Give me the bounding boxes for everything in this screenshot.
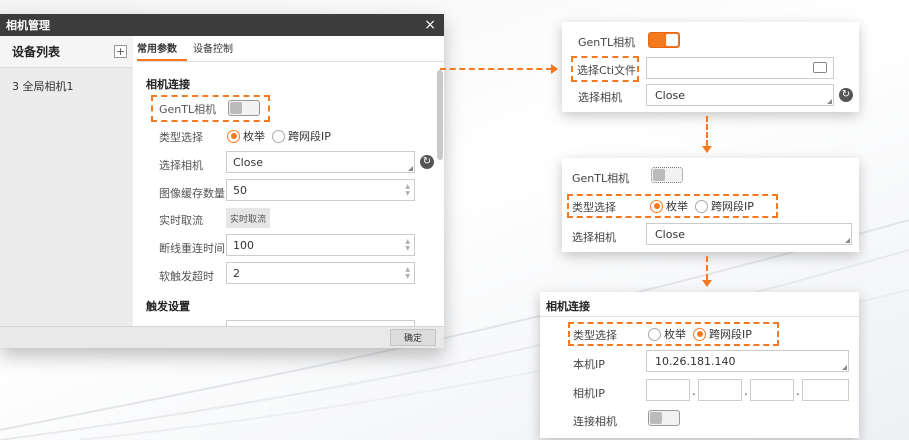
radio-enum-label: 枚举 <box>243 130 265 143</box>
spinner-icon[interactable]: ▲ ▼ <box>405 266 410 280</box>
p3-radio-cross-subnet[interactable] <box>693 327 706 341</box>
section-trigger-settings: 触发设置 <box>146 300 190 313</box>
p2-type-label: 类型选择 <box>572 201 616 214</box>
spinner-icon[interactable]: ▲ ▼ <box>405 183 410 197</box>
device-list-panel: 设备列表 + 3 全局相机1 <box>0 36 133 326</box>
p3-camera-ip-label: 相机IP <box>573 387 605 400</box>
tab-bar: 常用参数 设备控制 <box>137 36 444 62</box>
ip-dot-separator: . <box>796 384 800 398</box>
panel-cross-subnet: 相机连接 类型选择 枚举 跨网段IP 本机IP 10.26.181.140 相机… <box>540 292 859 438</box>
type-select-label: 类型选择 <box>159 131 203 144</box>
gentl-label: GenTL相机 <box>159 103 217 116</box>
dialog-titlebar: 相机管理 × <box>0 14 444 36</box>
soft-trigger-timeout-value: 2 <box>233 266 240 280</box>
p3-local-ip-label: 本机IP <box>573 358 605 371</box>
arrow-right-icon <box>551 64 558 74</box>
device-list-header: 设备列表 + <box>0 36 133 68</box>
folder-icon[interactable] <box>813 62 827 73</box>
p2-camera-label: 选择相机 <box>572 231 616 244</box>
select-camera-field[interactable]: Close <box>226 151 415 173</box>
dialog-footer: 确定 <box>0 326 444 348</box>
resize-grip-icon <box>408 166 413 171</box>
dialog-title: 相机管理 <box>6 19 50 32</box>
buffer-count-value: 50 <box>233 183 247 197</box>
resize-grip-icon <box>827 99 832 104</box>
p3-type-radio-group: 枚举 跨网段IP <box>644 326 752 342</box>
p2-radio-cross-subnet[interactable] <box>695 199 708 213</box>
p3-radio-enum[interactable] <box>648 327 661 341</box>
type-radio-group: 枚举 跨网段IP <box>223 128 331 144</box>
connector-line <box>706 116 708 146</box>
radio-cross-subnet[interactable] <box>272 129 285 143</box>
ok-button[interactable]: 确定 <box>390 329 436 346</box>
p1-gentl-toggle[interactable] <box>648 32 680 48</box>
refresh-icon[interactable]: ↻ <box>420 155 434 169</box>
gentl-toggle[interactable] <box>228 100 260 116</box>
panel-cti-file: GenTL相机 选择Cti文件 选择相机 Close ↻ <box>562 22 859 112</box>
p3-camera-ip-octet-3[interactable] <box>750 379 794 401</box>
buffer-count-label: 图像缓存数量 <box>159 187 225 200</box>
realtime-stream-button[interactable]: 实时取流 <box>226 208 271 228</box>
p3-section-title: 相机连接 <box>546 300 590 313</box>
p3-local-ip-value: 10.26.181.140 <box>655 354 736 368</box>
select-camera-label: 选择相机 <box>159 159 203 172</box>
p3-local-ip-field[interactable]: 10.26.181.140 <box>646 350 849 372</box>
add-device-icon[interactable]: + <box>114 45 127 58</box>
p1-camera-label: 选择相机 <box>578 91 622 104</box>
arrow-down-icon <box>702 146 712 153</box>
ip-dot-separator: . <box>692 384 696 398</box>
device-list-item[interactable]: 3 全局相机1 <box>0 68 133 104</box>
tab-device-control[interactable]: 设备控制 <box>193 40 243 61</box>
p3-connect-label: 连接相机 <box>573 415 617 428</box>
radio-enum[interactable] <box>227 129 240 143</box>
close-icon[interactable]: × <box>424 17 436 33</box>
device-list-title: 设备列表 <box>12 45 61 59</box>
p2-camera-field[interactable]: Close <box>646 223 852 245</box>
p3-camera-ip-octet-1[interactable] <box>646 379 690 401</box>
p1-gentl-label: GenTL相机 <box>578 36 636 49</box>
params-content: 相机连接 GenTL相机 类型选择 枚举 跨网段IP 选择相机 Close ↻ … <box>137 62 437 326</box>
p1-camera-field[interactable]: Close <box>646 84 834 106</box>
camera-management-dialog: 相机管理 × 设备列表 + 3 全局相机1 常用参数 设备控制 相机连接 Gen… <box>0 14 444 348</box>
ip-dot-separator: . <box>744 384 748 398</box>
radio-cross-subnet-label: 跨网段IP <box>288 130 331 143</box>
soft-trigger-timeout-label: 软触发超时 <box>159 270 214 283</box>
resize-grip-icon <box>842 365 847 370</box>
p2-gentl-label: GenTL相机 <box>572 172 630 185</box>
p1-refresh-icon[interactable]: ↻ <box>839 88 853 102</box>
connector-line <box>706 256 708 280</box>
p2-radio-enum-label: 枚举 <box>666 200 688 213</box>
scrollbar-thumb[interactable] <box>437 70 443 160</box>
panel-type-select: GenTL相机 类型选择 枚举 跨网段IP 选择相机 Close <box>562 158 859 252</box>
p3-camera-ip-octet-2[interactable] <box>698 379 742 401</box>
p1-cti-field[interactable] <box>646 57 834 79</box>
reconnect-time-label: 断线重连时间 <box>159 242 225 255</box>
spinner-icon[interactable]: ▲ ▼ <box>405 238 410 252</box>
p3-connect-toggle[interactable] <box>648 410 680 426</box>
buffer-count-input[interactable]: 50 ▲ ▼ <box>226 179 415 201</box>
p3-camera-ip-octet-4[interactable] <box>802 379 849 401</box>
realtime-stream-label: 实时取流 <box>159 214 203 227</box>
connector-line <box>440 68 552 70</box>
reconnect-time-value: 100 <box>233 238 254 252</box>
section-camera-connection: 相机连接 <box>146 78 190 91</box>
p2-radio-cross-subnet-label: 跨网段IP <box>711 200 754 213</box>
p3-type-label: 类型选择 <box>573 329 617 342</box>
p2-radio-enum[interactable] <box>650 199 663 213</box>
arrow-down-icon <box>702 280 712 287</box>
p3-divider <box>540 316 859 317</box>
soft-trigger-timeout-input[interactable]: 2 ▲ ▼ <box>226 262 415 284</box>
p2-camera-value: Close <box>655 227 685 241</box>
p2-type-radio-group: 枚举 跨网段IP <box>646 198 754 214</box>
p3-radio-cross-subnet-label: 跨网段IP <box>709 328 752 341</box>
p1-cti-label: 选择Cti文件 <box>577 64 637 77</box>
resize-grip-icon <box>845 238 850 243</box>
tab-common-params[interactable]: 常用参数 <box>137 40 187 61</box>
select-camera-value: Close <box>233 155 263 169</box>
p1-camera-value: Close <box>655 88 685 102</box>
reconnect-time-input[interactable]: 100 ▲ ▼ <box>226 234 415 256</box>
p3-radio-enum-label: 枚举 <box>664 328 686 341</box>
p2-gentl-toggle[interactable] <box>651 167 683 183</box>
